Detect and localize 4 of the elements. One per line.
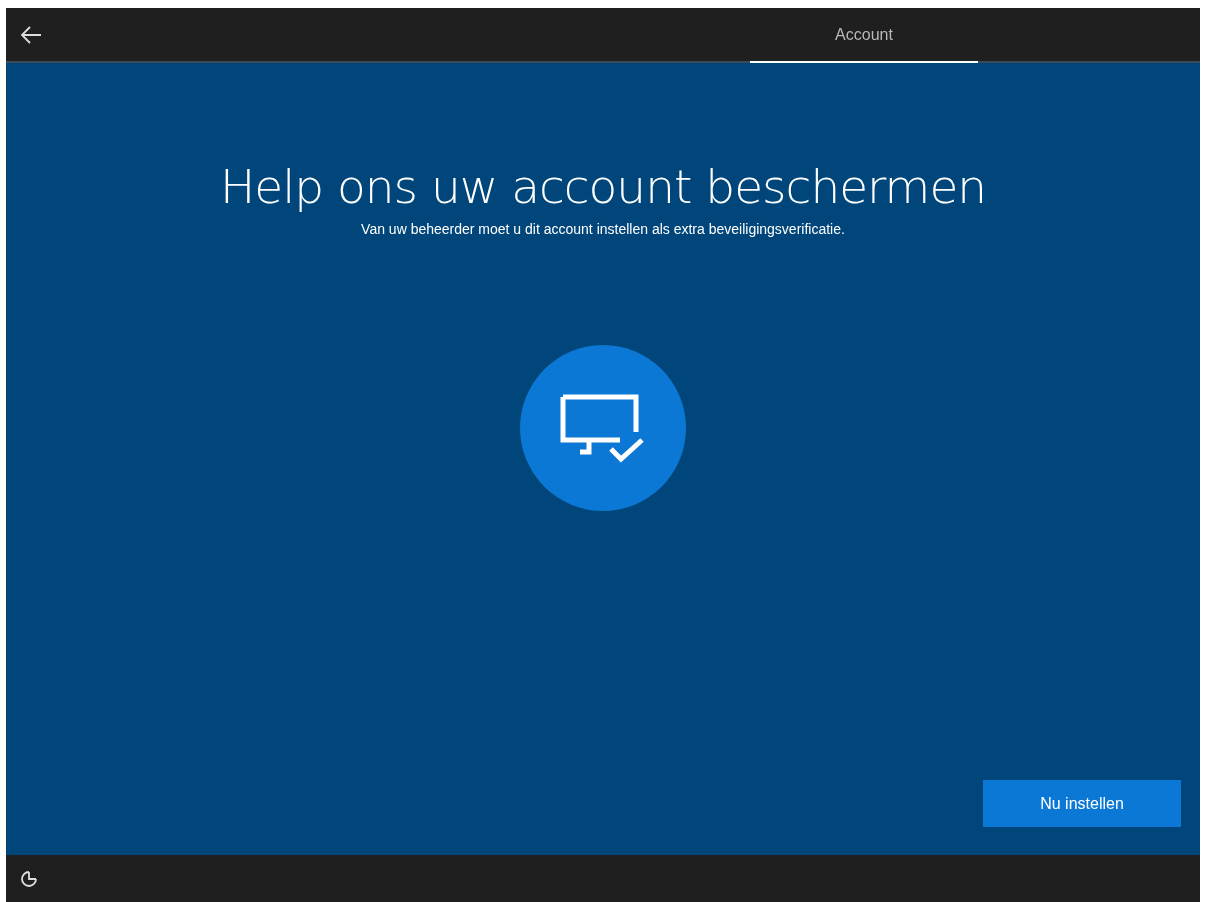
setup-button[interactable]: Nu instellen — [983, 780, 1181, 827]
page-title: Help ons uw account beschermen — [219, 158, 987, 216]
back-arrow-icon — [20, 25, 42, 44]
subtitle: Van uw beheerder moet u dit account instellen als extra beveiligingsverificatie. — [361, 221, 845, 237]
